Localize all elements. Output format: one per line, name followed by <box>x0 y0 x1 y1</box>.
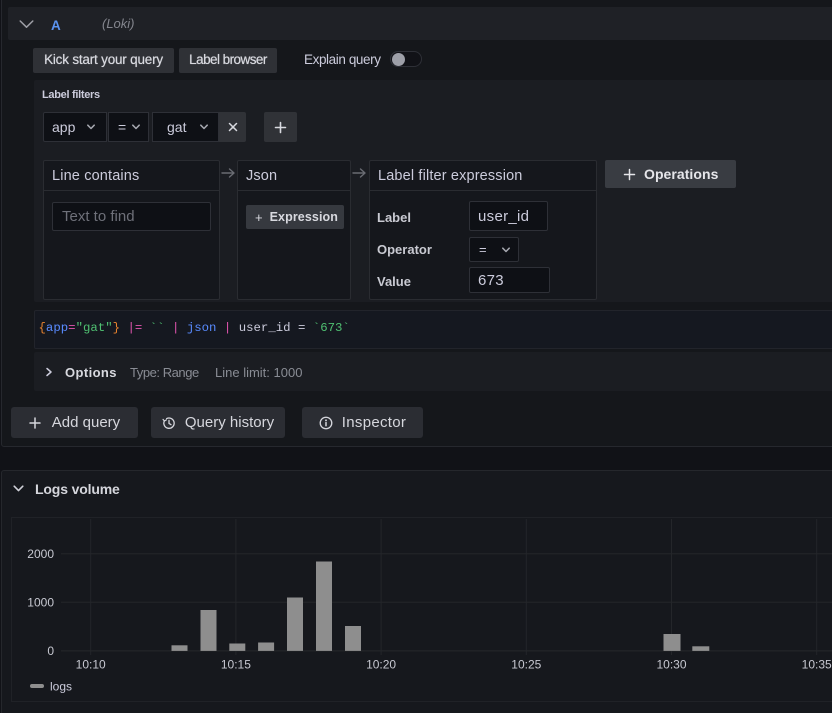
svg-text:0: 0 <box>47 644 54 658</box>
svg-text:10:30: 10:30 <box>656 658 686 672</box>
svg-text:10:20: 10:20 <box>366 658 396 672</box>
svg-text:10:15: 10:15 <box>221 658 251 672</box>
svg-text:10:35: 10:35 <box>802 658 832 672</box>
svg-text:2000: 2000 <box>27 547 54 561</box>
svg-text:1000: 1000 <box>27 596 54 610</box>
svg-text:10:10: 10:10 <box>76 658 106 672</box>
svg-text:logs: logs <box>50 680 72 694</box>
svg-text:10:25: 10:25 <box>511 658 541 672</box>
